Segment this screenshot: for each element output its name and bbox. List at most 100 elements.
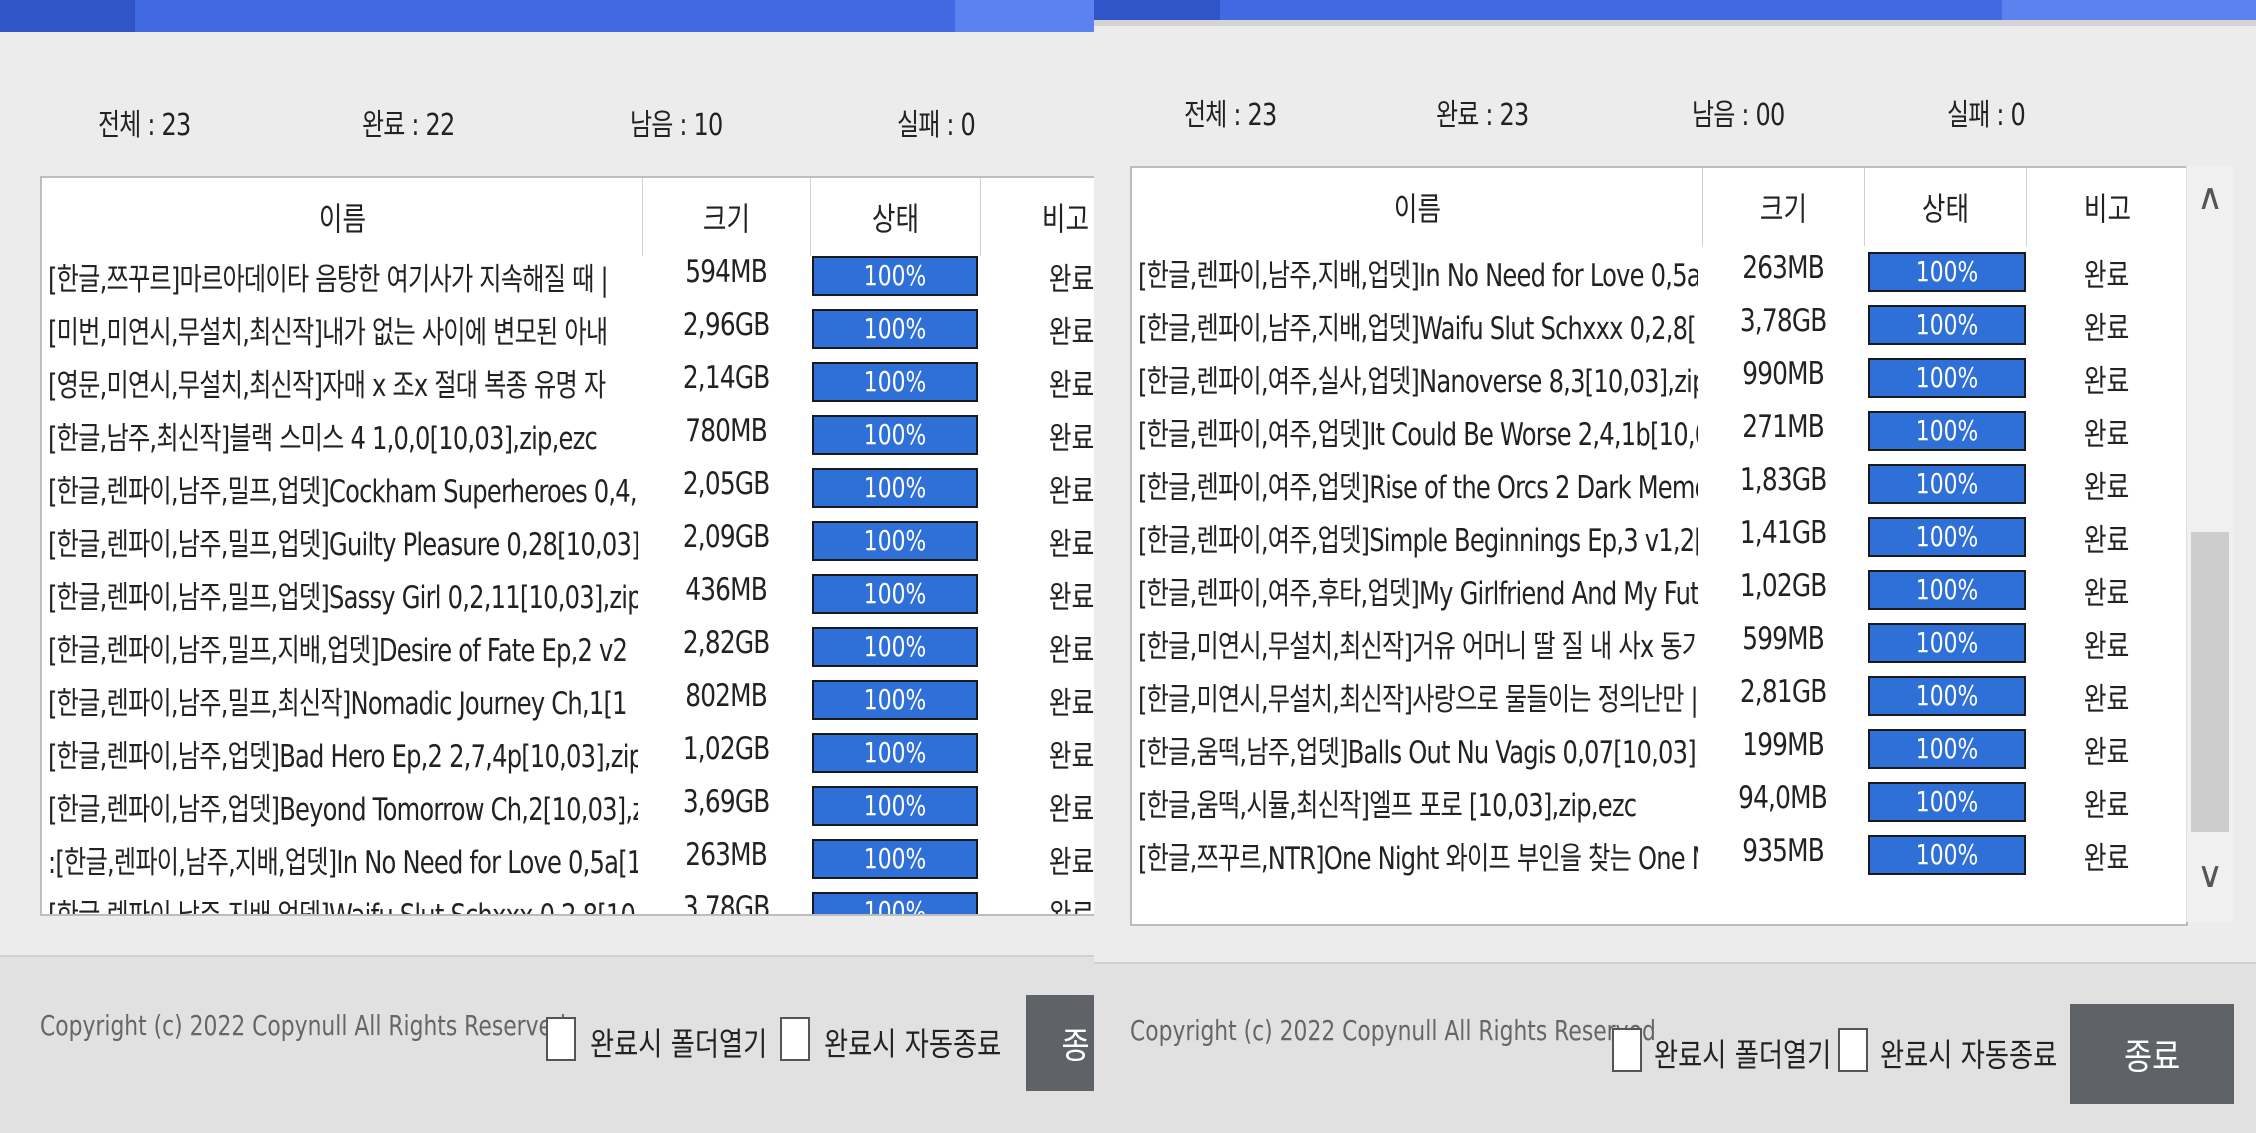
table-row[interactable]: [미번,미연시,무설치,최신작]내가 없는 사이에 변모된 아내 2,96GB 10… bbox=[42, 301, 1094, 354]
table-row[interactable]: [한글,렌파이,여주,업뎃]Rise of the Orcs 2 Dark Me… bbox=[1132, 456, 2186, 509]
file-size: 2,96GB bbox=[682, 307, 770, 343]
table-row[interactable]: [한글,쯔꾸르]마르아데이타 음탕한 여기사가 지속해질 때 | 594MB 100… bbox=[42, 248, 1094, 301]
column-header-size[interactable]: 크기 bbox=[1702, 168, 1865, 246]
open-folder-checkbox[interactable] bbox=[546, 1017, 576, 1061]
status-note: 완료 bbox=[1049, 368, 1094, 404]
auto-exit-label: 완료시 자동종료 bbox=[1880, 1036, 2058, 1074]
column-header-note[interactable]: 비고 bbox=[980, 178, 1094, 256]
file-size: 802MB bbox=[685, 678, 768, 714]
scroll-down-icon[interactable]: ∨ bbox=[2187, 846, 2233, 906]
file-name: [한글,미연시,무설치,최신작]사랑으로 물들이는 정의난만 | bbox=[1138, 682, 1698, 718]
left-download-window: 전체 : 23 완료 : 22 남음 : 10 실패 : 0 이름 크기 상태 … bbox=[0, 0, 1094, 1133]
progress-bar: 100% bbox=[1868, 517, 2026, 557]
table-row[interactable]: [한글,렌파이,남주,업뎃]Beyond Tomorrow Ch,2[10,03… bbox=[42, 778, 1094, 831]
auto-exit-checkbox[interactable] bbox=[780, 1017, 810, 1061]
progress-bar: 100% bbox=[1868, 358, 2026, 398]
table-row[interactable]: [한글,움떡,남주,업뎃]Balls Out Nu Vagis 0,07[10,… bbox=[1132, 721, 2186, 774]
table-row[interactable]: [한글,렌파이,남주,업뎃]Bad Hero Ep,2 2,7,4p[10,03… bbox=[42, 725, 1094, 778]
table-row[interactable]: [한글,남주,최신작]블랙 스미스 4 1,0,0[10,03],zip,ezc… bbox=[42, 407, 1094, 460]
column-header-size[interactable]: 크기 bbox=[642, 178, 811, 256]
file-name: [한글,렌파이,남주,지배,업뎃]Waifu Slut Schxxx 0,2,8… bbox=[1138, 311, 1698, 347]
status-note: 완료 bbox=[2084, 841, 2130, 877]
table-row[interactable]: [한글,렌파이,여주,업뎃]It Could Be Worse 2,4,1b[1… bbox=[1132, 403, 2186, 456]
file-size: 3,69GB bbox=[682, 784, 770, 820]
auto-exit-checkbox[interactable] bbox=[1838, 1028, 1868, 1072]
exit-button[interactable]: 종료 bbox=[2070, 1004, 2234, 1104]
file-size: 2,09GB bbox=[682, 519, 770, 555]
table-row[interactable]: [한글,렌파이,남주,밀프,지배,업뎃]Desire of Fate Ep,2 … bbox=[42, 619, 1094, 672]
status-note: 완료 bbox=[2084, 364, 2130, 400]
file-size: 1,02GB bbox=[682, 731, 770, 767]
right-title-bar bbox=[1094, 0, 2256, 20]
status-note: 완료 bbox=[1049, 792, 1094, 828]
progress-bar: 100% bbox=[1868, 835, 2026, 875]
table-row[interactable]: [한글,렌파이,여주,후타,업뎃]My Girlfriend And My Fu… bbox=[1132, 562, 2186, 615]
vertical-scrollbar[interactable]: ∧ ∨ bbox=[2186, 166, 2233, 922]
title-bar-segment bbox=[2002, 0, 2256, 20]
table-row[interactable]: [한글,렌파이,남주,지배,업뎃]In No Need for Love 0,5… bbox=[1132, 244, 2186, 297]
progress-bar: 100% bbox=[812, 574, 978, 614]
file-name: [한글,렌파이,남주,밀프,최신작]Nomadic Journey Ch,1[1 bbox=[48, 686, 628, 722]
table-row[interactable]: [한글,미연시,무설치,최신작]거유 어머니 딸 질 내 사x 동기 599MB 1… bbox=[1132, 615, 2186, 668]
progress-bar: 100% bbox=[1868, 252, 2026, 292]
progress-bar: 100% bbox=[812, 892, 978, 914]
file-size: 2,81GB bbox=[1739, 674, 1827, 710]
file-name: [영문,미연시,무설치,최신작]자매 x 조x 절대 복종 유명 자 bbox=[48, 368, 606, 404]
exit-button[interactable]: 종 bbox=[1026, 995, 1094, 1091]
status-note: 완료 bbox=[1049, 898, 1094, 916]
column-header-note[interactable]: 비고 bbox=[2026, 168, 2186, 246]
file-size: 3,78GB bbox=[682, 890, 770, 916]
status-note: 완료 bbox=[1049, 845, 1094, 881]
status-note: 완료 bbox=[2084, 682, 2130, 718]
column-header-name[interactable]: 이름 bbox=[1132, 168, 1703, 246]
file-size: 263MB bbox=[1742, 250, 1825, 286]
file-name: [한글,렌파이,남주,업뎃]Bad Hero Ep,2 2,7,4p[10,03… bbox=[48, 739, 638, 775]
table-row[interactable]: [한글,렌파이,남주,지배,업뎃]Waifu Slut Schxxx 0,2,8… bbox=[1132, 297, 2186, 350]
file-size: 271MB bbox=[1742, 409, 1825, 445]
file-name: [한글,렌파이,여주,업뎃]Simple Beginnings Ep,3 v1,… bbox=[1138, 523, 1698, 559]
stat-done: 완료 : 23 bbox=[1436, 98, 1529, 133]
table-row[interactable]: [한글,렌파이,남주,밀프,업뎃]Guilty Pleasure 0,28[10… bbox=[42, 513, 1094, 566]
stat-total: 전체 : 23 bbox=[98, 108, 191, 143]
auto-exit-label: 완료시 자동종료 bbox=[824, 1025, 1002, 1063]
scroll-up-icon[interactable]: ∧ bbox=[2187, 168, 2233, 228]
file-size: 1,83GB bbox=[1739, 462, 1827, 498]
file-name: [한글,렌파이,남주,밀프,업뎃]Cockham Superheroes 0,4… bbox=[48, 474, 638, 510]
progress-bar: 100% bbox=[812, 468, 978, 508]
file-size: 2,05GB bbox=[682, 466, 770, 502]
file-name: [한글,렌파이,여주,실사,업뎃]Nanoverse 8,3[10,03],zi… bbox=[1138, 364, 1698, 400]
table-row[interactable]: [한글,렌파이,여주,실사,업뎃]Nanoverse 8,3[10,03],zi… bbox=[1132, 350, 2186, 403]
status-note: 완료 bbox=[2084, 788, 2130, 824]
scrollbar-thumb[interactable] bbox=[2191, 532, 2229, 832]
file-name: [한글,미연시,무설치,최신작]거유 어머니 딸 질 내 사x 동기 bbox=[1138, 629, 1698, 665]
table-row[interactable]: [한글,렌파이,남주,밀프,업뎃]Sassy Girl 0,2,11[10,03… bbox=[42, 566, 1094, 619]
copyright-text: Copyright (c) 2022 Copynull All Rights R… bbox=[1130, 1014, 1656, 1047]
stat-failed: 실패 : 0 bbox=[1947, 98, 2026, 133]
progress-bar: 100% bbox=[1868, 782, 2026, 822]
title-bar-shadow bbox=[1094, 20, 2256, 26]
column-header-status[interactable]: 상태 bbox=[810, 178, 981, 256]
file-size: 2,14GB bbox=[682, 360, 770, 396]
column-header-name[interactable]: 이름 bbox=[42, 178, 643, 256]
stat-total: 전체 : 23 bbox=[1184, 98, 1277, 133]
open-folder-label: 완료시 폴더열기 bbox=[1654, 1036, 1832, 1074]
table-row[interactable]: [한글,렌파이,남주,밀프,업뎃]Cockham Superheroes 0,4… bbox=[42, 460, 1094, 513]
title-bar-segment bbox=[0, 0, 135, 32]
table-row[interactable]: [한글,미연시,무설치,최신작]사랑으로 물들이는 정의난만 | 2,81GB 10… bbox=[1132, 668, 2186, 721]
file-name: [한글,렌파이,남주,밀프,업뎃]Sassy Girl 0,2,11[10,03… bbox=[48, 580, 638, 616]
column-header-status[interactable]: 상태 bbox=[1864, 168, 2027, 246]
file-size: 3,78GB bbox=[1739, 303, 1827, 339]
table-row[interactable]: [한글,움떡,시뮬,최신작]엘프 포로 [10,03],zip,ezc 94,0M… bbox=[1132, 774, 2186, 827]
table-row[interactable]: [한글,쯔꾸르,NTR]One Night 와이프 부인을 찾는 One Ni(… bbox=[1132, 827, 2186, 880]
table-row[interactable]: [한글,렌파이,남주,밀프,최신작]Nomadic Journey Ch,1[1… bbox=[42, 672, 1094, 725]
progress-bar: 100% bbox=[812, 415, 978, 455]
table-row[interactable]: [한글,렌파이,남주,지배,업뎃]Waifu Slut Schxxx 0,2,8… bbox=[42, 884, 1094, 916]
table-row[interactable]: [한글,렌파이,여주,업뎃]Simple Beginnings Ep,3 v1,… bbox=[1132, 509, 2186, 562]
table-row[interactable]: :[한글,렌파이,남주,지배,업뎃]In No Need for Love 0,… bbox=[42, 831, 1094, 884]
open-folder-checkbox[interactable] bbox=[1612, 1028, 1642, 1072]
file-name: [한글,렌파이,남주,밀프,업뎃]Guilty Pleasure 0,28[10… bbox=[48, 527, 638, 563]
table-row[interactable]: [영문,미연시,무설치,최신작]자매 x 조x 절대 복종 유명 자 2,14GB… bbox=[42, 354, 1094, 407]
file-size: 199MB bbox=[1742, 727, 1825, 763]
file-size: 2,82GB bbox=[682, 625, 770, 661]
file-size: 436MB bbox=[685, 572, 768, 608]
